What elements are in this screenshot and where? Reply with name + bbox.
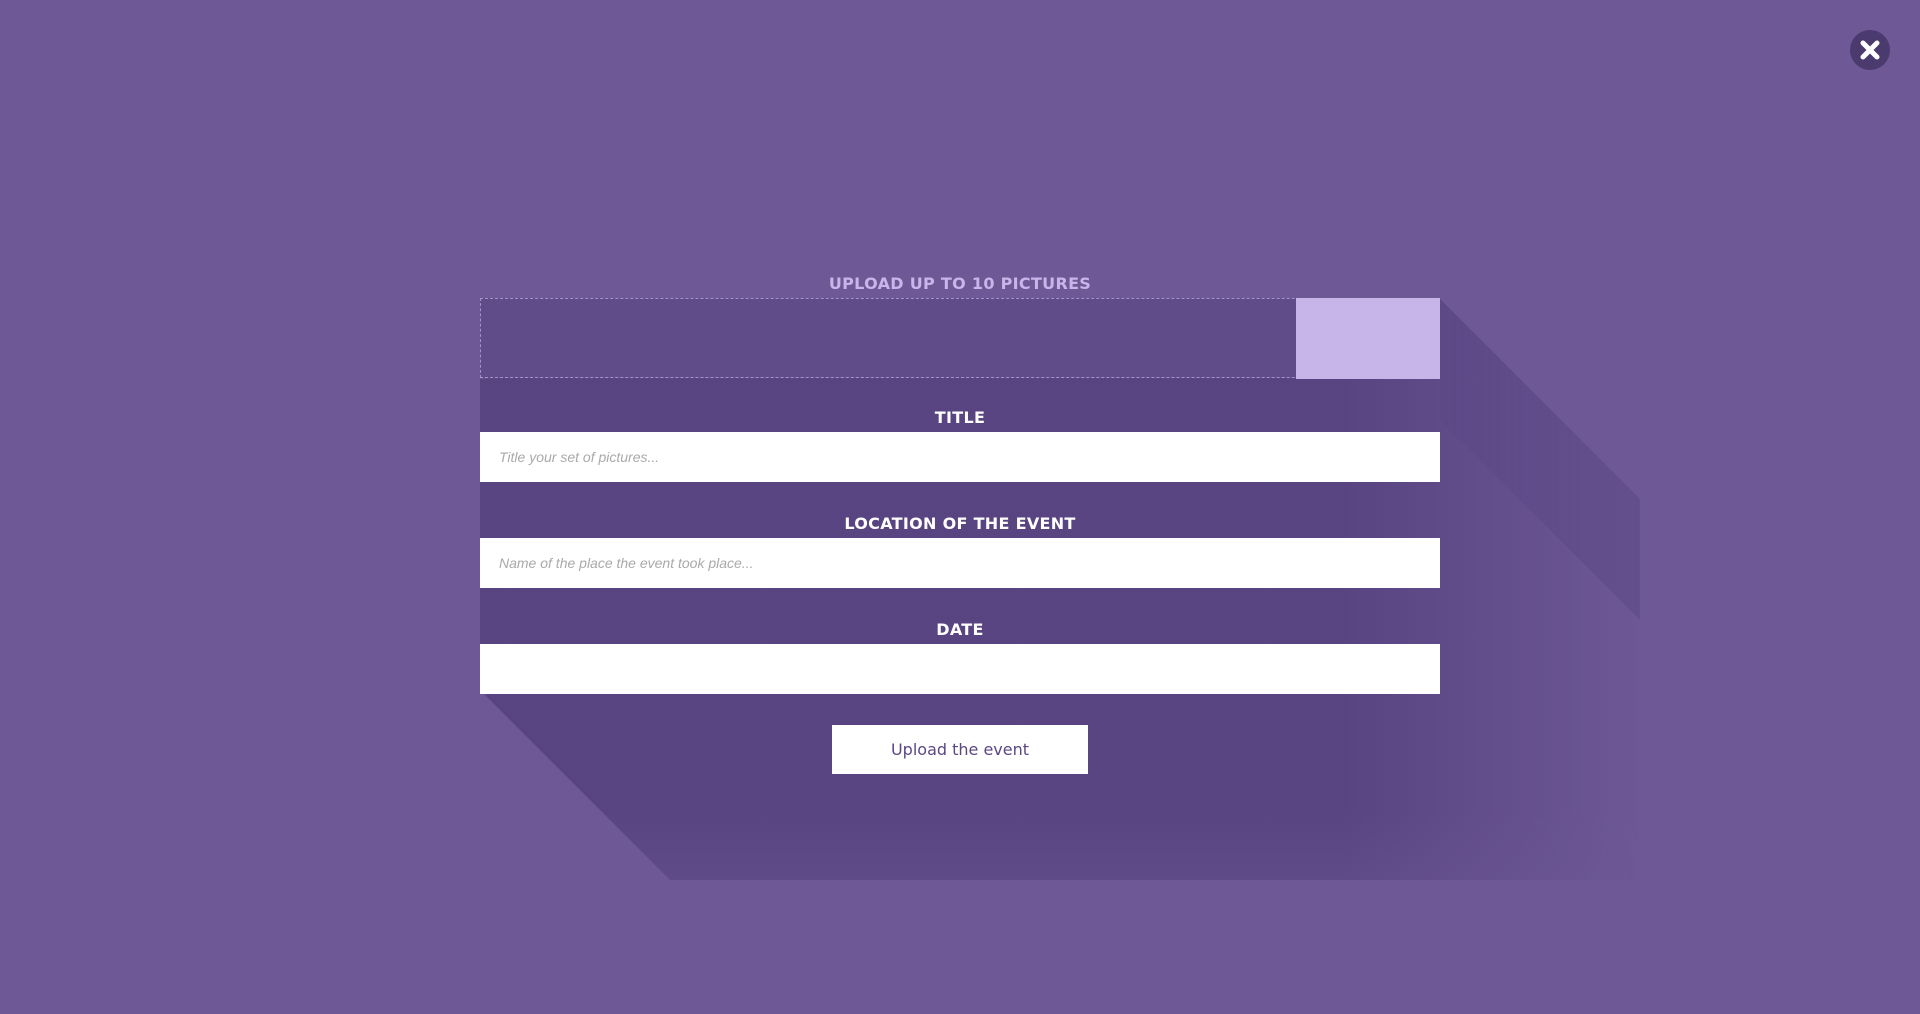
title-label: TITLE — [934, 408, 986, 427]
location-label: LOCATION OF THE EVENT — [844, 514, 1076, 533]
close-button[interactable] — [1850, 30, 1890, 70]
upload-event-form: UPLOAD UP TO 10 PICTURES TITLE LOCATION … — [480, 270, 1440, 774]
browse-files-button[interactable] — [1296, 298, 1440, 379]
date-input[interactable] — [480, 644, 1440, 694]
title-input[interactable] — [480, 432, 1440, 482]
picture-dropzone[interactable] — [480, 298, 1440, 379]
date-label: DATE — [936, 620, 984, 639]
location-input[interactable] — [480, 538, 1440, 588]
upload-label: UPLOAD UP TO 10 PICTURES — [828, 274, 1092, 293]
close-icon — [1860, 40, 1880, 60]
upload-event-modal: UPLOAD UP TO 10 PICTURES TITLE LOCATION … — [0, 0, 1920, 1014]
upload-event-button[interactable]: Upload the event — [832, 725, 1088, 774]
